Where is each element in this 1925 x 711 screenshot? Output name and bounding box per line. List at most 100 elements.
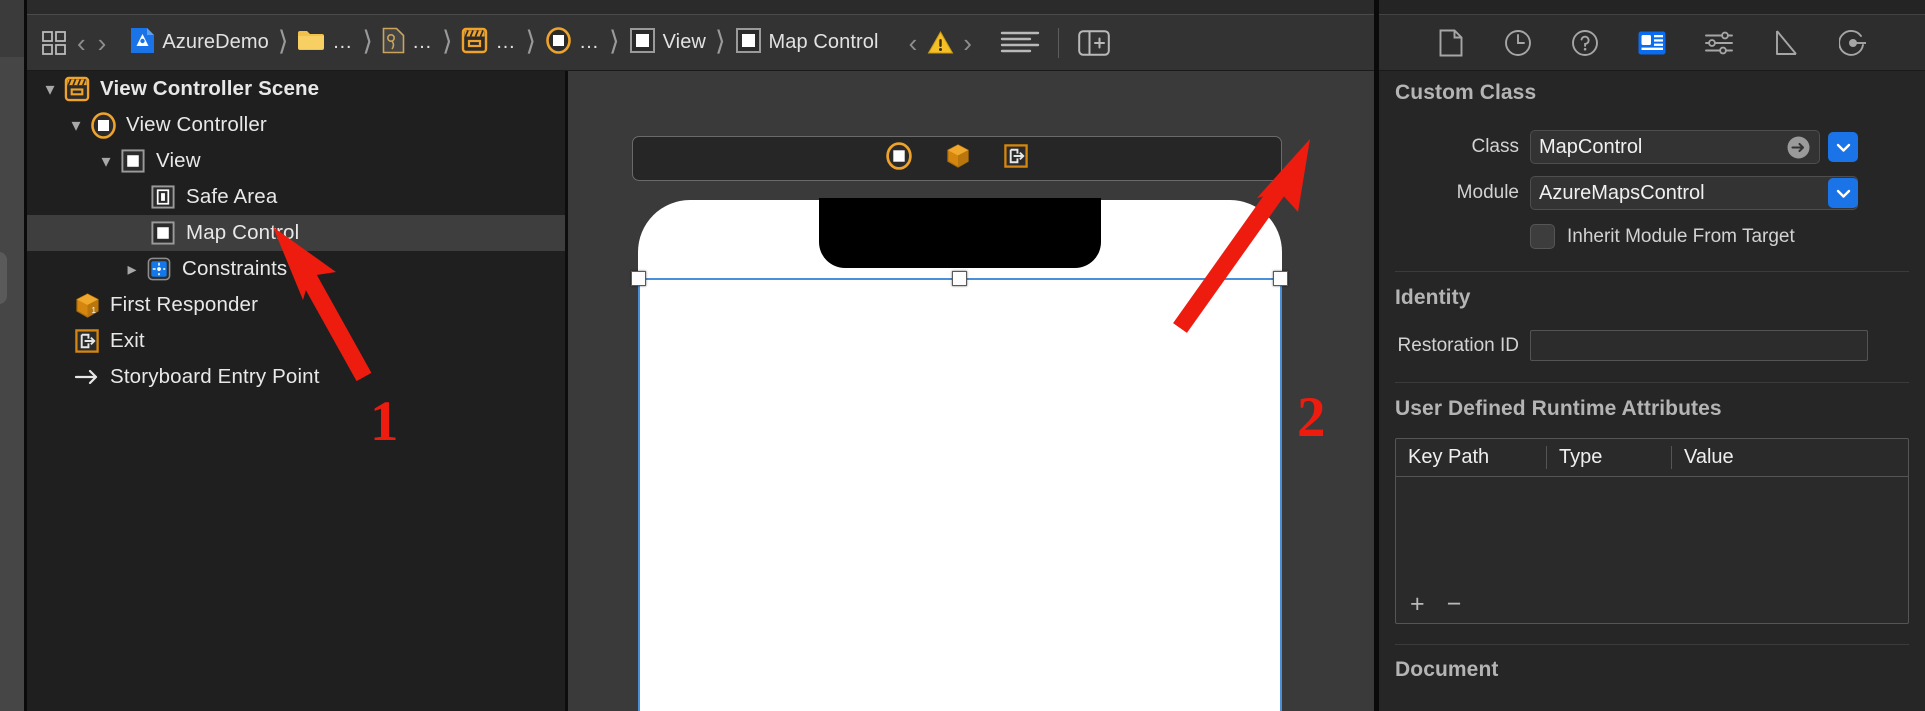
jump-bar-forward-button[interactable]: › — [92, 30, 113, 56]
breadcrumb-label-project: AzureDemo — [162, 31, 269, 53]
first-responder-icon[interactable] — [945, 143, 971, 174]
help-inspector-tab[interactable] — [1567, 26, 1603, 60]
constraints-icon — [145, 256, 173, 282]
udra-column-key-path[interactable]: Key Path — [1396, 446, 1546, 469]
disclosure-triangle-open[interactable]: ▾ — [63, 115, 89, 136]
history-inspector-tab[interactable] — [1500, 26, 1536, 60]
identity-section-title: Identity — [1395, 286, 1471, 309]
breadcrumb-separator: ⟩ — [362, 25, 373, 56]
class-field-value: MapControl — [1539, 135, 1643, 158]
breadcrumb-separator: ⟩ — [525, 25, 537, 56]
jump-to-definition-icon[interactable] — [1786, 135, 1811, 160]
outline-row-view-controller[interactable]: ▾ View Controller — [27, 107, 567, 143]
breadcrumb-item-view[interactable]: View — [629, 27, 706, 59]
warning-triangle-icon[interactable] — [923, 26, 957, 60]
restoration-id-input[interactable] — [1530, 330, 1868, 361]
breadcrumb-item-project[interactable]: AzureDemo — [130, 27, 269, 59]
disclosure-triangle-open[interactable]: ▾ — [93, 151, 119, 172]
breadcrumb-separator: ⟩ — [609, 25, 620, 56]
outline-label: Constraints — [182, 257, 288, 280]
class-field-row: Class MapControl — [1395, 130, 1909, 164]
outline-row-first-responder[interactable]: 1 First Responder — [27, 287, 567, 323]
annotation-label-1: 1 — [370, 390, 399, 453]
editor-jump-bar: ‹ › AzureDemo ⟩ … ⟩ … ⟩ … ⟩ … ⟩ View ⟩ M… — [27, 14, 1374, 71]
first-responder-icon: 1 — [73, 292, 101, 318]
resize-handle-top-left[interactable] — [631, 271, 646, 286]
section-divider — [1395, 644, 1909, 645]
inherit-module-label: Inherit Module From Target — [1567, 225, 1795, 247]
breadcrumb-label-map-control: Map Control — [768, 31, 879, 53]
udra-table-footer: + − — [1396, 585, 1908, 623]
disclosure-triangle-closed[interactable]: ▸ — [119, 259, 145, 280]
outline-row-exit[interactable]: Exit — [27, 323, 567, 359]
udra-add-button[interactable]: + — [1410, 590, 1425, 619]
xcode-project-icon — [130, 27, 155, 59]
jump-bar-back-button[interactable]: ‹ — [71, 30, 92, 56]
udra-column-value[interactable]: Value — [1671, 446, 1908, 469]
issue-next-button[interactable]: › — [957, 30, 978, 56]
document-section-title: Document — [1395, 658, 1499, 681]
toggle-inspector-icon[interactable] — [1073, 26, 1115, 60]
sidebar-resize-handle[interactable] — [0, 252, 7, 304]
outline-row-view[interactable]: ▾ View — [27, 143, 567, 179]
view-controller-icon[interactable] — [885, 142, 913, 175]
breadcrumb-separator: ⟩ — [714, 25, 726, 56]
size-inspector-tab[interactable] — [1768, 26, 1804, 60]
breadcrumb-item-view-controller[interactable]: … — [545, 26, 600, 59]
outline-row-view-controller-scene[interactable]: ▾ View Controller Scene — [27, 71, 567, 107]
identity-inspector-content: Custom Class Class MapControl Module Azu… — [1379, 71, 1925, 711]
class-popup-button[interactable] — [1828, 132, 1858, 162]
class-field[interactable]: MapControl — [1530, 130, 1820, 164]
udra-table-body[interactable] — [1396, 477, 1908, 585]
custom-class-section-title: Custom Class — [1395, 81, 1537, 104]
breadcrumb-item-folder[interactable]: … — [297, 29, 353, 57]
file-inspector-tab[interactable] — [1433, 26, 1469, 60]
outline-row-map-control[interactable]: Map Control — [27, 215, 567, 251]
inherit-module-checkbox[interactable] — [1530, 224, 1555, 249]
svg-text:1: 1 — [91, 306, 96, 315]
outline-row-storyboard-entry-point[interactable]: Storyboard Entry Point — [27, 359, 567, 395]
selection-left-edge — [638, 278, 640, 711]
device-notch — [819, 198, 1101, 268]
outline-label: Map Control — [186, 221, 300, 244]
inherit-module-row: Inherit Module From Target — [1395, 224, 1909, 249]
connections-inspector-tab[interactable] — [1835, 26, 1871, 60]
outline-label: First Responder — [110, 293, 259, 316]
selection-right-edge — [1280, 278, 1282, 711]
section-divider — [1395, 382, 1909, 383]
breadcrumb-item-map-control[interactable]: Map Control — [735, 27, 879, 59]
class-field-label: Class — [1471, 136, 1519, 157]
attributes-inspector-tab[interactable] — [1701, 26, 1737, 60]
interface-builder-canvas[interactable] — [568, 71, 1374, 711]
restoration-id-row: Restoration ID — [1395, 330, 1909, 361]
udra-table[interactable]: Key Path Type Value + − — [1395, 438, 1909, 624]
breadcrumb-label-file: … — [411, 31, 433, 53]
outline-label: View Controller — [126, 113, 267, 136]
view-icon — [629, 27, 656, 59]
window-left-edge — [0, 0, 25, 711]
restoration-id-label: Restoration ID — [1397, 334, 1519, 356]
resize-handle-top-right[interactable] — [1273, 271, 1288, 286]
udra-column-type[interactable]: Type — [1546, 446, 1671, 469]
module-popup-button[interactable] — [1828, 178, 1858, 208]
module-field[interactable]: AzureMapsControl — [1530, 176, 1858, 210]
view-icon — [735, 27, 762, 59]
toolbar-divider — [1057, 27, 1059, 58]
align-lines-icon[interactable] — [996, 26, 1044, 60]
breadcrumb-item-file[interactable]: … — [382, 27, 433, 59]
resize-handle-top-center[interactable] — [952, 271, 967, 286]
inspector-tab-bar — [1379, 14, 1925, 71]
view-controller-icon — [89, 111, 117, 139]
exit-icon[interactable] — [1003, 143, 1029, 174]
breadcrumb-item-storyboard[interactable]: … — [461, 27, 516, 59]
grid-icon[interactable] — [37, 26, 71, 60]
udra-remove-button[interactable]: − — [1447, 590, 1462, 619]
scene-dock[interactable] — [632, 136, 1282, 181]
identity-inspector-tab[interactable] — [1634, 26, 1670, 60]
annotation-label-2: 2 — [1297, 386, 1326, 449]
issue-prev-button[interactable]: ‹ — [903, 30, 924, 56]
disclosure-triangle-open[interactable]: ▾ — [37, 79, 63, 100]
outline-row-safe-area[interactable]: Safe Area — [27, 179, 567, 215]
outline-row-constraints[interactable]: ▸ Constraints — [27, 251, 567, 287]
document-outline[interactable]: ▾ View Controller Scene ▾ View Controlle… — [27, 71, 567, 711]
